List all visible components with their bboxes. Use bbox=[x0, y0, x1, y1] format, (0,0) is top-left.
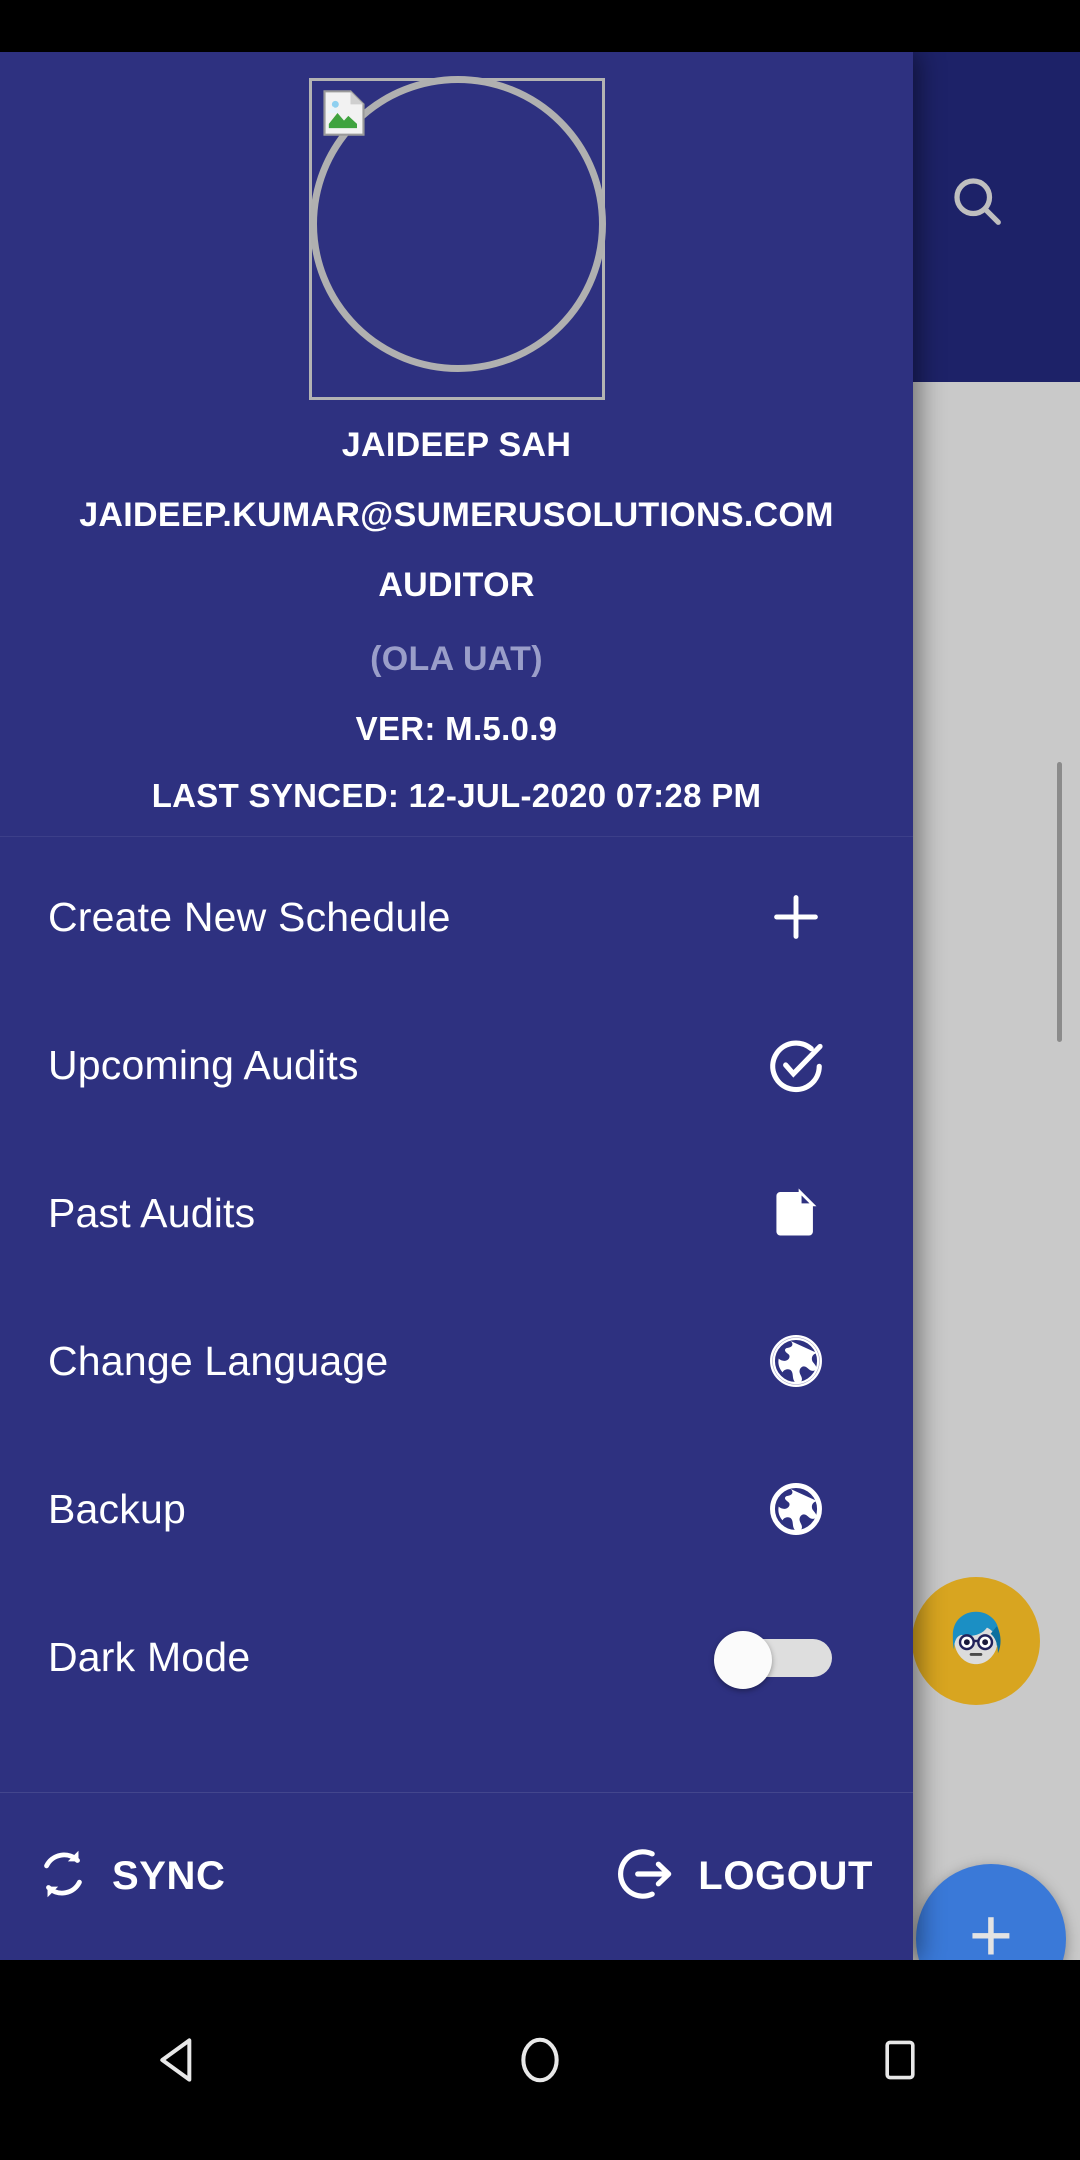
logout-icon bbox=[616, 1843, 678, 1910]
menu-label: Change Language bbox=[48, 1337, 389, 1384]
sync-icon bbox=[34, 1845, 92, 1908]
logout-button[interactable]: LOGOUT bbox=[616, 1843, 873, 1910]
document-icon bbox=[757, 1184, 835, 1242]
menu-label: Backup bbox=[48, 1485, 186, 1532]
profile-role: AUDITOR bbox=[378, 566, 535, 604]
drawer-profile-header: JAIDEEP SAH JAIDEEP.KUMAR@SUMERUSOLUTION… bbox=[0, 52, 913, 837]
plus-icon bbox=[757, 886, 835, 948]
status-bar bbox=[0, 0, 1080, 52]
menu-item-create-new-schedule[interactable]: Create New Schedule bbox=[0, 843, 913, 991]
menu-label: Dark Mode bbox=[48, 1633, 251, 1680]
menu-item-past-audits[interactable]: Past Audits bbox=[0, 1139, 913, 1287]
scrollbar[interactable] bbox=[1057, 762, 1062, 1042]
menu-label: Create New Schedule bbox=[48, 893, 451, 940]
avatar[interactable] bbox=[912, 1577, 1040, 1705]
globe-icon bbox=[757, 1478, 835, 1540]
sync-label: SYNC bbox=[112, 1854, 226, 1898]
logout-label: LOGOUT bbox=[698, 1854, 873, 1898]
profile-environment: (OLA UAT) bbox=[370, 640, 543, 678]
toggle-knob[interactable] bbox=[714, 1631, 772, 1689]
profile-name: JAIDEEP SAH bbox=[341, 426, 572, 464]
menu-label: Upcoming Audits bbox=[48, 1041, 359, 1088]
home-circle-icon[interactable] bbox=[440, 1960, 640, 2160]
menu-label: Past Audits bbox=[48, 1189, 256, 1236]
dark-mode-toggle[interactable] bbox=[711, 1631, 835, 1689]
profile-avatar-frame[interactable] bbox=[308, 76, 606, 400]
menu-item-change-language[interactable]: Change Language bbox=[0, 1287, 913, 1435]
menu-item-backup[interactable]: Backup bbox=[0, 1435, 913, 1583]
sync-button[interactable]: SYNC bbox=[34, 1845, 226, 1908]
avatar-face-icon bbox=[952, 1611, 1001, 1665]
back-triangle-icon[interactable] bbox=[80, 1960, 280, 2160]
last-synced: LAST SYNCED: 12-JUL-2020 07:28 PM bbox=[151, 777, 762, 814]
profile-email: JAIDEEP.KUMAR@SUMERUSOLUTIONS.COM bbox=[79, 496, 834, 534]
app-version: VER: M.5.0.9 bbox=[355, 710, 558, 747]
check-circle-icon bbox=[757, 1034, 835, 1096]
menu-item-dark-mode[interactable]: Dark Mode bbox=[0, 1583, 913, 1731]
globe-icon bbox=[757, 1330, 835, 1392]
toggle-switch[interactable] bbox=[714, 1631, 832, 1689]
drawer-menu: Create New Schedule Upcoming Audits Past… bbox=[0, 837, 913, 1792]
android-nav-bar bbox=[0, 1960, 1080, 2160]
search-icon[interactable] bbox=[940, 164, 1014, 238]
navigation-drawer: JAIDEEP SAH JAIDEEP.KUMAR@SUMERUSOLUTION… bbox=[0, 52, 913, 1960]
broken-image-icon bbox=[322, 90, 365, 136]
phone-screen: + JAIDEEP SAH JAIDEEP.KUMAR@SUMERUSOLUTI… bbox=[0, 0, 1080, 2160]
menu-item-upcoming-audits[interactable]: Upcoming Audits bbox=[0, 991, 913, 1139]
drawer-footer: SYNC LOGOUT bbox=[0, 1792, 913, 1960]
recents-square-icon[interactable] bbox=[800, 1960, 1000, 2160]
